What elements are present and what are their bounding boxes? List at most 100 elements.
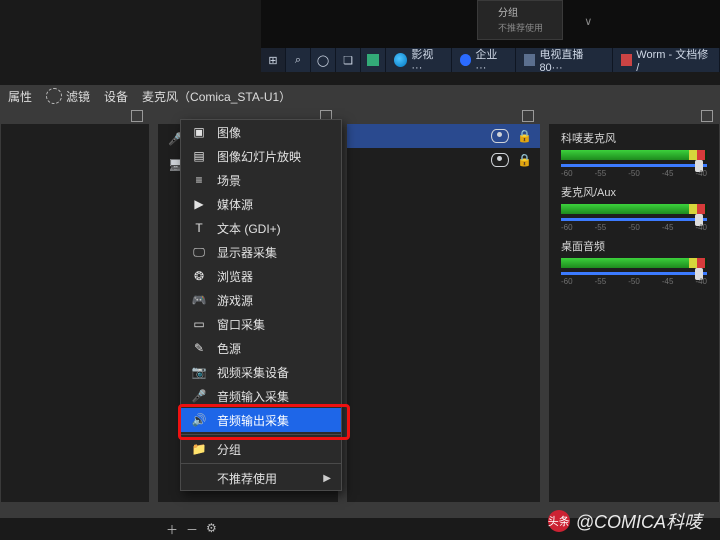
ctx-separator <box>181 434 341 435</box>
watermark-text: @COMICA科唛 <box>576 508 702 534</box>
ctx-item-deprecated[interactable]: 不推荐使用 ▶ <box>181 466 341 490</box>
ctx-item-monitor[interactable]: 🖵 显示器采集 <box>181 240 341 264</box>
ctx-item-label: 场景 <box>217 172 241 189</box>
ctx-item-label: 不推荐使用 <box>217 470 277 487</box>
ctx-item-mic[interactable]: 🎤音频输入采集 <box>181 384 341 408</box>
ctx-item-image[interactable]: ▣ 图像 <box>181 120 341 144</box>
panel-popout-icon[interactable] <box>522 110 534 122</box>
remove-source-icon[interactable]: － <box>186 521 198 538</box>
ctx-item-label: 色源 <box>217 340 241 357</box>
ctx-item-label: 音频输入采集 <box>217 388 289 405</box>
taskbar-app-2[interactable]: 企业··· <box>452 48 516 72</box>
taskbar-search-icon[interactable]: ⌕ <box>286 48 311 72</box>
panel-header <box>549 108 719 124</box>
ctx-item-label: 视频采集设备 <box>217 364 289 381</box>
slider-ticks: -60-55-50-45-40 <box>561 277 707 286</box>
ctx-item-label: 文本 (GDI+) <box>217 220 281 237</box>
submenu-arrow-icon: ▶ <box>323 473 331 484</box>
gamepad-icon: 🎮 <box>191 292 207 308</box>
layer-row[interactable]: 🔒 <box>347 124 540 148</box>
slider-ticks: -60-55-50-45-40 <box>561 169 707 178</box>
ctx-item-label: 媒体源 <box>217 196 253 213</box>
ctx-item-label: 图像 <box>217 124 241 141</box>
panel-popout-icon[interactable] <box>131 110 143 122</box>
folder-icon: 📁 <box>191 441 207 457</box>
monitor-icon: 🖵 <box>191 244 207 260</box>
volume-slider[interactable]: -60-55-50-45-40 <box>561 214 707 232</box>
ctx-item-brush[interactable]: ✎色源 <box>181 336 341 360</box>
ctx-item-window[interactable]: ▭窗口采集 <box>181 312 341 336</box>
ctx-item-label: 图像幻灯片放映 <box>217 148 301 165</box>
window-icon: ▭ <box>191 316 207 332</box>
panel-gutter[interactable] <box>150 107 157 517</box>
ctx-item-label: 游戏源 <box>217 292 253 309</box>
taskbar-app-4[interactable]: Worm - 文档修 / <box>613 48 720 72</box>
ctx-item-label: 分组 <box>217 441 241 458</box>
ctx-item-images[interactable]: ▤图像幻灯片放映 <box>181 144 341 168</box>
channel-name: 麦克风/Aux <box>561 184 707 200</box>
visibility-icon[interactable] <box>491 153 509 167</box>
panel-audio-mixer: 科唛麦克风 -60-55-50-45-40 麦克风/Aux -60-55-50-45-… <box>548 107 720 517</box>
panel-popout-icon[interactable] <box>701 110 713 122</box>
start-button[interactable]: ⊞ <box>261 48 286 72</box>
app-icon <box>524 54 535 66</box>
source-settings-icon[interactable]: ⚙ <box>206 521 217 538</box>
ctx-separator <box>181 463 341 464</box>
ctx-item-gamepad[interactable]: 🎮 游戏源 <box>181 288 341 312</box>
mixer-channel: 麦克风/Aux -60-55-50-45-40 <box>549 178 719 232</box>
mixer-channel: 科唛麦克风 -60-55-50-45-40 <box>549 124 719 178</box>
add-source-icon[interactable]: ＋ <box>166 521 178 538</box>
top-mini-popup: 分组 不推荐使用 <box>477 0 563 40</box>
ctx-item-label: 音频输出采集 <box>217 412 289 429</box>
ctx-item-T[interactable]: T 文本 (GDI+) <box>181 216 341 240</box>
panel-left <box>0 107 150 517</box>
taskbar-app-1[interactable]: 影视··· <box>386 48 452 72</box>
device-name[interactable]: 麦克风（Comica_STA-U1） <box>142 88 291 105</box>
image-icon: ▣ <box>191 124 207 140</box>
ctx-item-play[interactable]: ▶媒体源 <box>181 192 341 216</box>
slider-ticks: -60-55-50-45-40 <box>561 223 707 232</box>
vu-meter <box>561 204 707 214</box>
channel-name: 桌面音频 <box>561 238 707 254</box>
app-icon <box>394 53 407 67</box>
mini-popup-label: 分组 <box>498 4 518 19</box>
panel-header <box>347 108 540 124</box>
watermark-badge: 头条 <box>548 510 570 532</box>
watermark: 头条 @COMICA科唛 <box>548 508 702 534</box>
mixer-channel: 桌面音频 -60-55-50-45-40 <box>549 232 719 286</box>
list-icon: ≡ <box>191 172 207 188</box>
add-source-context-menu: ▣图像▤图像幻灯片放映≡场景▶媒体源T文本 (GDI+)🖵显示器采集❂浏览器🎮游… <box>180 119 342 491</box>
filter-icon <box>46 88 62 104</box>
speaker-icon: 🔊 <box>191 412 207 428</box>
ctx-item-globe[interactable]: ❂浏览器 <box>181 264 341 288</box>
taskbar-cortana-icon[interactable]: ◯ <box>311 48 336 72</box>
panel-header <box>1 108 149 124</box>
taskbar-pinned-app[interactable] <box>361 48 386 72</box>
windows-taskbar: ⊞ ⌕ ◯ ❏ 影视··· 企业··· 电视直播80··· Worm - 文档修… <box>261 48 720 72</box>
lock-icon[interactable]: 🔒 <box>517 129 532 143</box>
ctx-item-label: 浏览器 <box>217 268 253 285</box>
tab-properties[interactable]: 属性 <box>8 88 32 105</box>
visibility-icon[interactable] <box>491 129 509 143</box>
ctx-item-speaker[interactable]: 🔊 音频输出采集 <box>181 408 341 432</box>
layer-row[interactable]: 🔒 <box>347 148 540 172</box>
ctx-item-camera[interactable]: 📷 视频采集设备 <box>181 360 341 384</box>
ctx-item-label: 显示器采集 <box>217 244 277 261</box>
taskbar-taskview-icon[interactable]: ❏ <box>336 48 361 72</box>
tab-filters[interactable]: 滤镜 <box>66 88 90 105</box>
vu-meter <box>561 150 707 160</box>
panel-layers: 🔒 🔒 <box>346 107 541 517</box>
camera-icon: 📷 <box>191 364 207 380</box>
app-icon <box>621 54 632 66</box>
channel-name: 科唛麦克风 <box>561 130 707 146</box>
taskbar-app-3[interactable]: 电视直播80··· <box>516 48 613 72</box>
volume-slider[interactable]: -60-55-50-45-40 <box>561 268 707 286</box>
volume-slider[interactable]: -60-55-50-45-40 <box>561 160 707 178</box>
ctx-item-group[interactable]: 📁 分组 <box>181 437 341 461</box>
lock-icon[interactable]: 🔒 <box>517 153 532 167</box>
T-icon: T <box>191 220 207 236</box>
ctx-item-list[interactable]: ≡ 场景 <box>181 168 341 192</box>
source-toolbar: ＋ － ⚙ <box>166 521 217 538</box>
property-toolbar: 属性 滤镜 设备 麦克风（Comica_STA-U1） <box>0 85 720 107</box>
panel-gutter[interactable] <box>541 107 548 517</box>
